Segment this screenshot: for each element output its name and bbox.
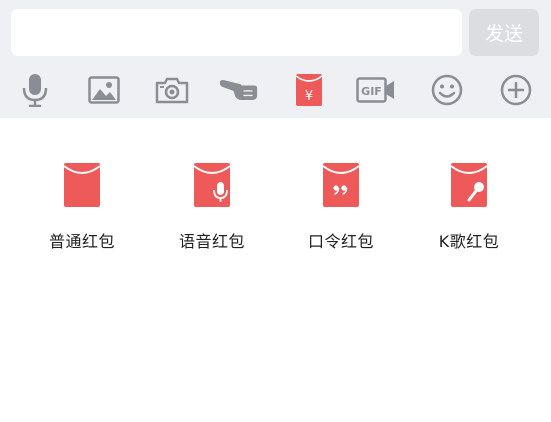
microphone-icon[interactable] — [15, 70, 55, 110]
red-packet-password-label: 口令红包 — [307, 232, 374, 251]
red-packet-voice[interactable]: 语音红包 — [152, 162, 272, 262]
red-packet-yuan-glyph: ¥ — [305, 89, 313, 104]
red-packet-password[interactable]: 口令红包 — [281, 162, 401, 262]
red-packet-karaoke-label: K歌红包 — [438, 232, 500, 251]
emoji-icon[interactable] — [427, 70, 467, 110]
red-packet-karaoke[interactable]: K歌红包 — [409, 162, 529, 262]
red-packet-password-icon — [322, 162, 360, 208]
red-packet-normal-icon — [63, 162, 101, 208]
send-button[interactable]: 发送 — [469, 9, 539, 56]
plus-icon[interactable] — [496, 70, 536, 110]
chat-input-bar: 发送 ¥ GIF — [0, 0, 551, 118]
poke-hand-icon[interactable] — [218, 70, 258, 110]
red-packet-panel: 普通红包 语音红包 口令红包 K歌红包 — [0, 118, 551, 422]
red-packet-icon[interactable]: ¥ — [289, 70, 329, 110]
message-input[interactable] — [11, 9, 462, 56]
red-packet-normal-label: 普通红包 — [48, 232, 115, 251]
gif-label: GIF — [361, 85, 382, 98]
image-icon[interactable] — [84, 70, 124, 110]
red-packet-karaoke-icon — [450, 162, 488, 208]
red-packet-voice-label: 语音红包 — [178, 232, 245, 251]
red-packet-normal[interactable]: 普通红包 — [22, 162, 142, 262]
red-packet-voice-icon — [193, 162, 231, 208]
camera-icon[interactable] — [152, 70, 192, 110]
gif-icon[interactable]: GIF — [356, 70, 396, 110]
